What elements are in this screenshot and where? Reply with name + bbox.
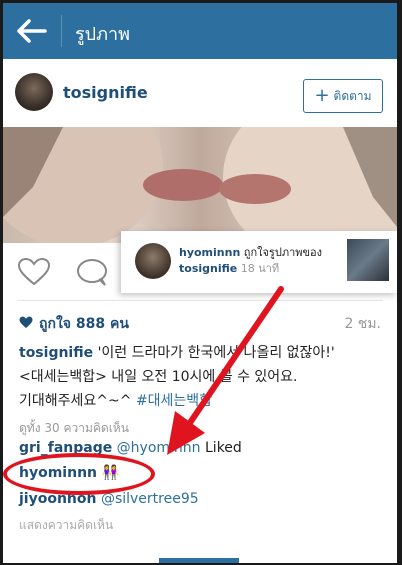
- heart-filled-icon: [19, 316, 33, 328]
- view-all-comments[interactable]: ดูทั้ง 30 ความคิดเห็น: [19, 419, 129, 438]
- back-arrow-icon: [17, 19, 47, 43]
- post-photo[interactable]: [3, 127, 397, 243]
- topbar-divider: [61, 15, 62, 47]
- highlight-circle-annotation: [3, 453, 155, 495]
- avatar[interactable]: [15, 73, 53, 111]
- caption-line-3: 기대해주세요^~^: [19, 393, 132, 409]
- comment-row: jiyoonhoh @silvertree95: [19, 491, 199, 507]
- post-header: tosignifie + ติดตาม: [3, 59, 397, 127]
- caption-username[interactable]: tosignifie: [19, 345, 93, 361]
- bottom-indicator: [159, 558, 239, 563]
- comment-button[interactable]: [75, 257, 109, 287]
- plus-icon: +: [314, 85, 330, 106]
- follow-label: ติดตาม: [333, 88, 372, 103]
- heart-outline-icon: [17, 257, 51, 286]
- back-button[interactable]: [15, 17, 49, 45]
- add-comment-field[interactable]: แสดงความคิดเห็น: [19, 516, 113, 535]
- photo-illustration: [3, 127, 397, 243]
- post-time: 2 ชม.: [344, 316, 381, 332]
- follow-button[interactable]: + ติดตาม: [303, 79, 383, 113]
- page-title: รูปภาพ: [75, 24, 130, 45]
- top-bar: รูปภาพ: [3, 3, 397, 59]
- like-button[interactable]: [17, 257, 51, 287]
- post-username[interactable]: tosignifie: [63, 83, 148, 102]
- comment-mention[interactable]: @silvertree95: [101, 491, 199, 507]
- highlight-arrow-annotation: [167, 286, 284, 455]
- app-frame: รูปภาพ tosignifie + ติดตาม hyominnn ถูกใ…: [3, 3, 397, 563]
- comment-bubble-icon: [77, 259, 107, 286]
- likes-count: ถูกใจ 888 คน: [39, 316, 129, 332]
